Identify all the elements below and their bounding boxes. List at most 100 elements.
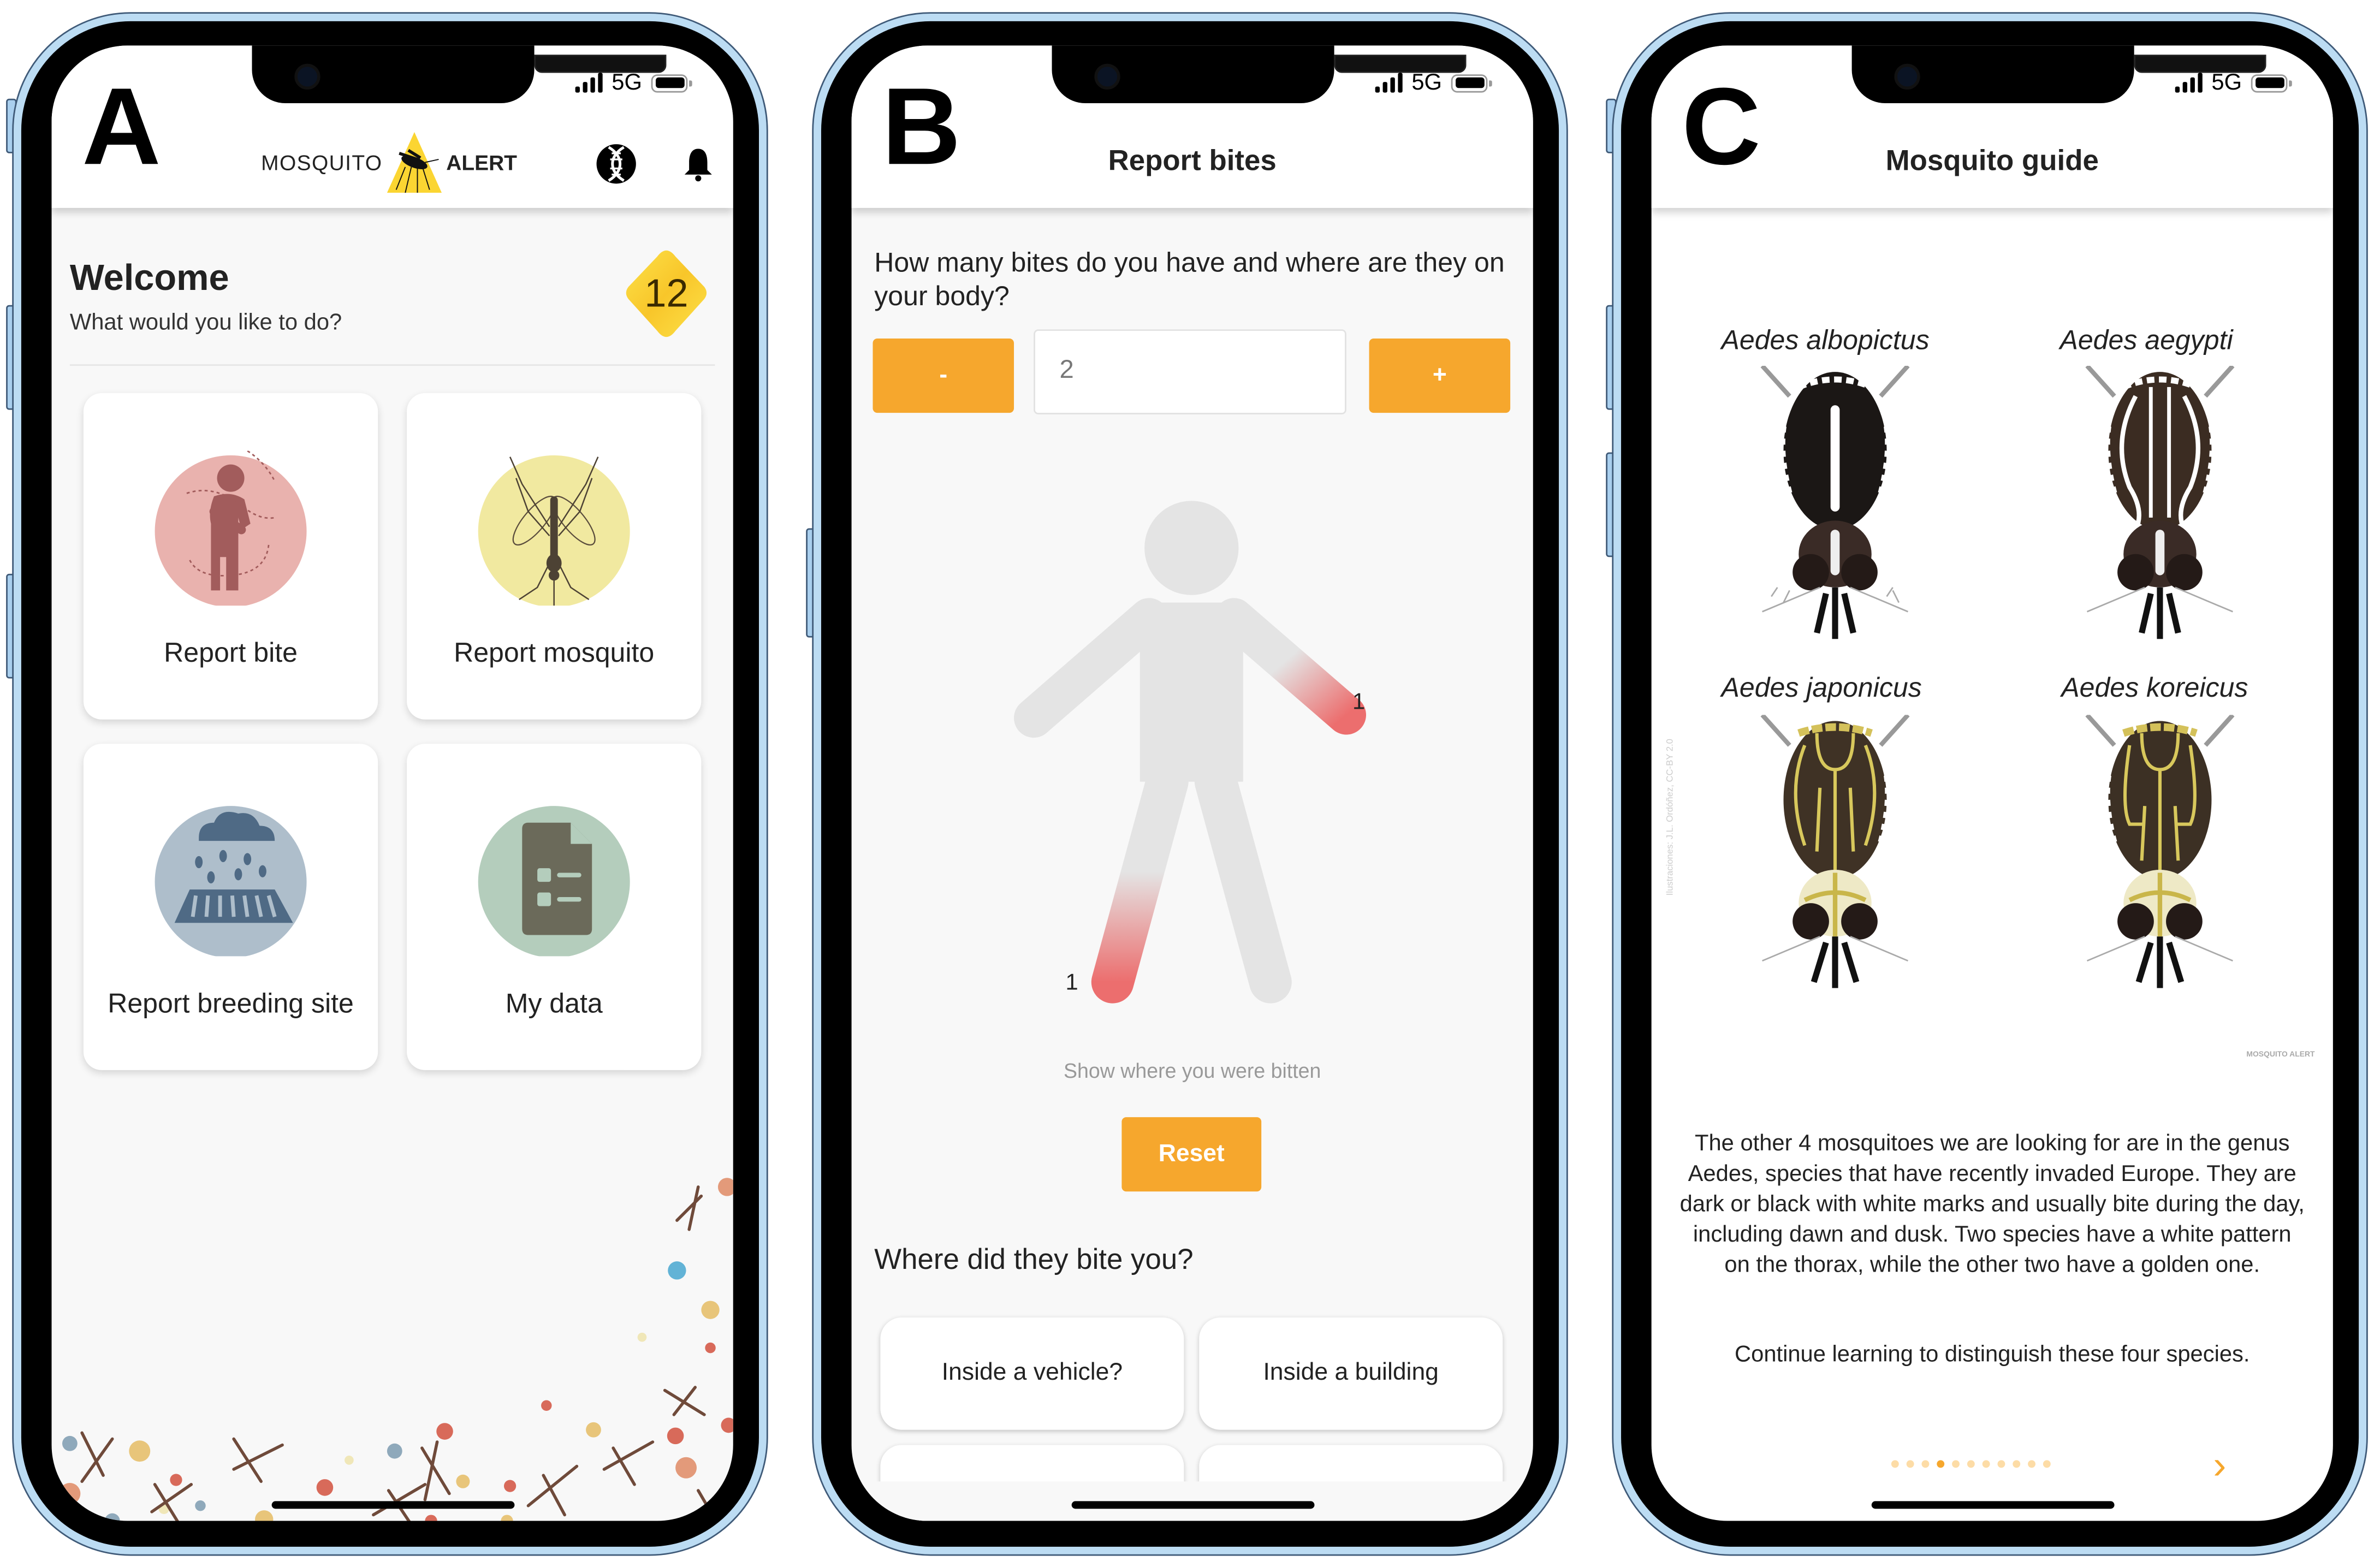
logo-text-mosquito: MOSQUITO bbox=[261, 150, 383, 175]
logo-text-alert: ALERT bbox=[446, 150, 517, 175]
page-dot[interactable] bbox=[2028, 1460, 2035, 1468]
signal-icon bbox=[1375, 73, 1403, 93]
figure-stage: 5G MOSQUITO ALERT A Welcome What would y… bbox=[0, 0, 2380, 1566]
report-breeding-site-card[interactable]: Report breeding site bbox=[83, 744, 378, 1070]
page-dot[interactable] bbox=[1952, 1460, 1960, 1468]
network-label: 5G bbox=[1411, 69, 1442, 96]
increment-button[interactable]: + bbox=[1369, 338, 1511, 413]
left-leg[interactable] bbox=[1194, 760, 1292, 1004]
screen-report-bites: 5G Report bites B How many bites do you … bbox=[851, 45, 1533, 1521]
card-label: Report bite bbox=[164, 637, 298, 668]
welcome-subtitle: What would you like to do? bbox=[69, 310, 342, 336]
battery-icon bbox=[2251, 73, 2292, 92]
mosquito-alert-watermark: MOSQUITO ALERT bbox=[2246, 1050, 2315, 1060]
phone-c: 5G Mosquito guide C Aedes albopictus Aed… bbox=[1606, 12, 2368, 1556]
bites-question: How many bites do you have and where are… bbox=[874, 247, 1505, 311]
signal-icon bbox=[575, 73, 603, 93]
page-dot[interactable] bbox=[1967, 1460, 1975, 1468]
panel-label: C bbox=[1682, 67, 1761, 188]
decor-dots bbox=[59, 1178, 733, 1521]
bite-count-leg: 1 bbox=[1065, 970, 1078, 996]
mosquito-triangle-icon bbox=[387, 132, 442, 193]
page-dot[interactable] bbox=[1997, 1460, 2005, 1468]
aedes-japonicus-illustration bbox=[1760, 715, 1910, 988]
battery-icon bbox=[651, 73, 692, 92]
status-bar: 5G bbox=[1375, 69, 1492, 96]
phone-a: 5G MOSQUITO ALERT A Welcome What would y… bbox=[6, 12, 768, 1556]
mosquito-alert-logo: MOSQUITO ALERT bbox=[261, 129, 517, 195]
illustration-credit: Ilustraciones: J.L. Ordóñez, CC-BY 2.0 bbox=[1666, 739, 1676, 896]
phone-b: 5G Report bites B How many bites do you … bbox=[806, 12, 1568, 1556]
panel-label: B bbox=[882, 67, 961, 188]
right-arm[interactable] bbox=[1014, 598, 1169, 738]
my-data-card[interactable]: My data bbox=[407, 744, 702, 1070]
option-inside-building[interactable]: Inside a building bbox=[1199, 1317, 1503, 1430]
camera bbox=[294, 63, 321, 90]
page-dot[interactable] bbox=[1891, 1460, 1899, 1468]
report-mosquito-card[interactable]: Report mosquito bbox=[407, 393, 702, 720]
divider bbox=[69, 364, 715, 366]
status-bar: 5G bbox=[2175, 69, 2292, 96]
report-bite-card[interactable]: Report bite bbox=[83, 393, 378, 720]
status-bar: 5G bbox=[575, 69, 692, 96]
badge-value: 12 bbox=[644, 270, 689, 316]
species-name: Aedes aegypti bbox=[2059, 324, 2233, 355]
document-list-icon bbox=[478, 806, 630, 957]
option-inside-vehicle[interactable]: Inside a vehicle? bbox=[880, 1317, 1184, 1430]
notch bbox=[252, 45, 667, 104]
bell-icon[interactable] bbox=[677, 143, 720, 185]
species-name: Aedes japonicus bbox=[1721, 672, 1922, 703]
head[interactable] bbox=[1144, 501, 1239, 595]
page-dot[interactable] bbox=[2013, 1460, 2021, 1468]
guide-description: The other 4 mosquitoes we are looking fo… bbox=[1679, 1131, 2305, 1278]
location-question: Where did they bite you? bbox=[874, 1244, 1194, 1277]
mosquito-icon bbox=[478, 455, 630, 606]
decor-mosquitoes bbox=[80, 1185, 733, 1521]
decrement-button[interactable]: - bbox=[873, 338, 1014, 413]
mosquito-decoration bbox=[59, 1178, 733, 1521]
next-chevron-icon[interactable]: › bbox=[2213, 1442, 2226, 1489]
welcome-title: Welcome bbox=[69, 258, 229, 299]
camera bbox=[1094, 63, 1120, 90]
species-name: Aedes koreicus bbox=[2061, 672, 2248, 703]
welcome-section: Welcome What would you like to do? bbox=[70, 258, 342, 336]
aedes-albopictus-illustration bbox=[1760, 365, 1910, 639]
body-map[interactable] bbox=[988, 494, 1398, 1010]
body-map-hint: Show where you were bitten bbox=[1063, 1059, 1321, 1083]
screen-home: 5G MOSQUITO ALERT A Welcome What would y… bbox=[51, 45, 733, 1521]
card-label: My data bbox=[505, 988, 603, 1019]
card-label: Report mosquito bbox=[454, 637, 655, 668]
notch bbox=[1052, 45, 1467, 104]
score-badge[interactable]: 12 bbox=[622, 246, 710, 340]
bite-count-arm: 1 bbox=[1352, 689, 1366, 715]
species-name: Aedes albopictus bbox=[1721, 324, 1930, 355]
page-dot[interactable] bbox=[2043, 1460, 2051, 1468]
person-bite-icon bbox=[155, 450, 307, 606]
battery-icon bbox=[1451, 73, 1492, 92]
page-dot-active[interactable] bbox=[1937, 1460, 1945, 1468]
page-dot[interactable] bbox=[1982, 1460, 1990, 1468]
bite-count-input[interactable]: 2 bbox=[1034, 329, 1346, 414]
rain-drain-icon bbox=[155, 806, 307, 957]
page-indicator[interactable] bbox=[1891, 1460, 2051, 1468]
aedes-aegypti-illustration bbox=[2085, 365, 2235, 639]
signal-icon bbox=[2175, 73, 2203, 93]
network-label: 5G bbox=[2211, 69, 2242, 96]
network-label: 5G bbox=[612, 69, 642, 96]
right-leg[interactable] bbox=[1091, 760, 1189, 1004]
notch bbox=[1851, 45, 2266, 104]
page-dot[interactable] bbox=[1921, 1460, 1930, 1468]
card-label: Report breeding site bbox=[108, 988, 354, 1019]
left-arm[interactable] bbox=[1214, 598, 1367, 735]
home-indicator[interactable] bbox=[271, 1501, 514, 1509]
page-dot[interactable] bbox=[1906, 1460, 1914, 1468]
home-indicator[interactable] bbox=[1071, 1501, 1314, 1509]
panel-label: A bbox=[82, 67, 161, 188]
camera bbox=[1894, 63, 1920, 90]
reset-button[interactable]: Reset bbox=[1121, 1117, 1262, 1192]
dna-icon[interactable] bbox=[595, 143, 638, 185]
home-indicator[interactable] bbox=[1871, 1501, 2114, 1509]
screen-mosquito-guide: 5G Mosquito guide C Aedes albopictus Aed… bbox=[1651, 45, 2333, 1521]
guide-continue-text: Continue learning to distinguish these f… bbox=[1735, 1342, 2250, 1368]
aedes-koreicus-illustration bbox=[2085, 715, 2235, 988]
